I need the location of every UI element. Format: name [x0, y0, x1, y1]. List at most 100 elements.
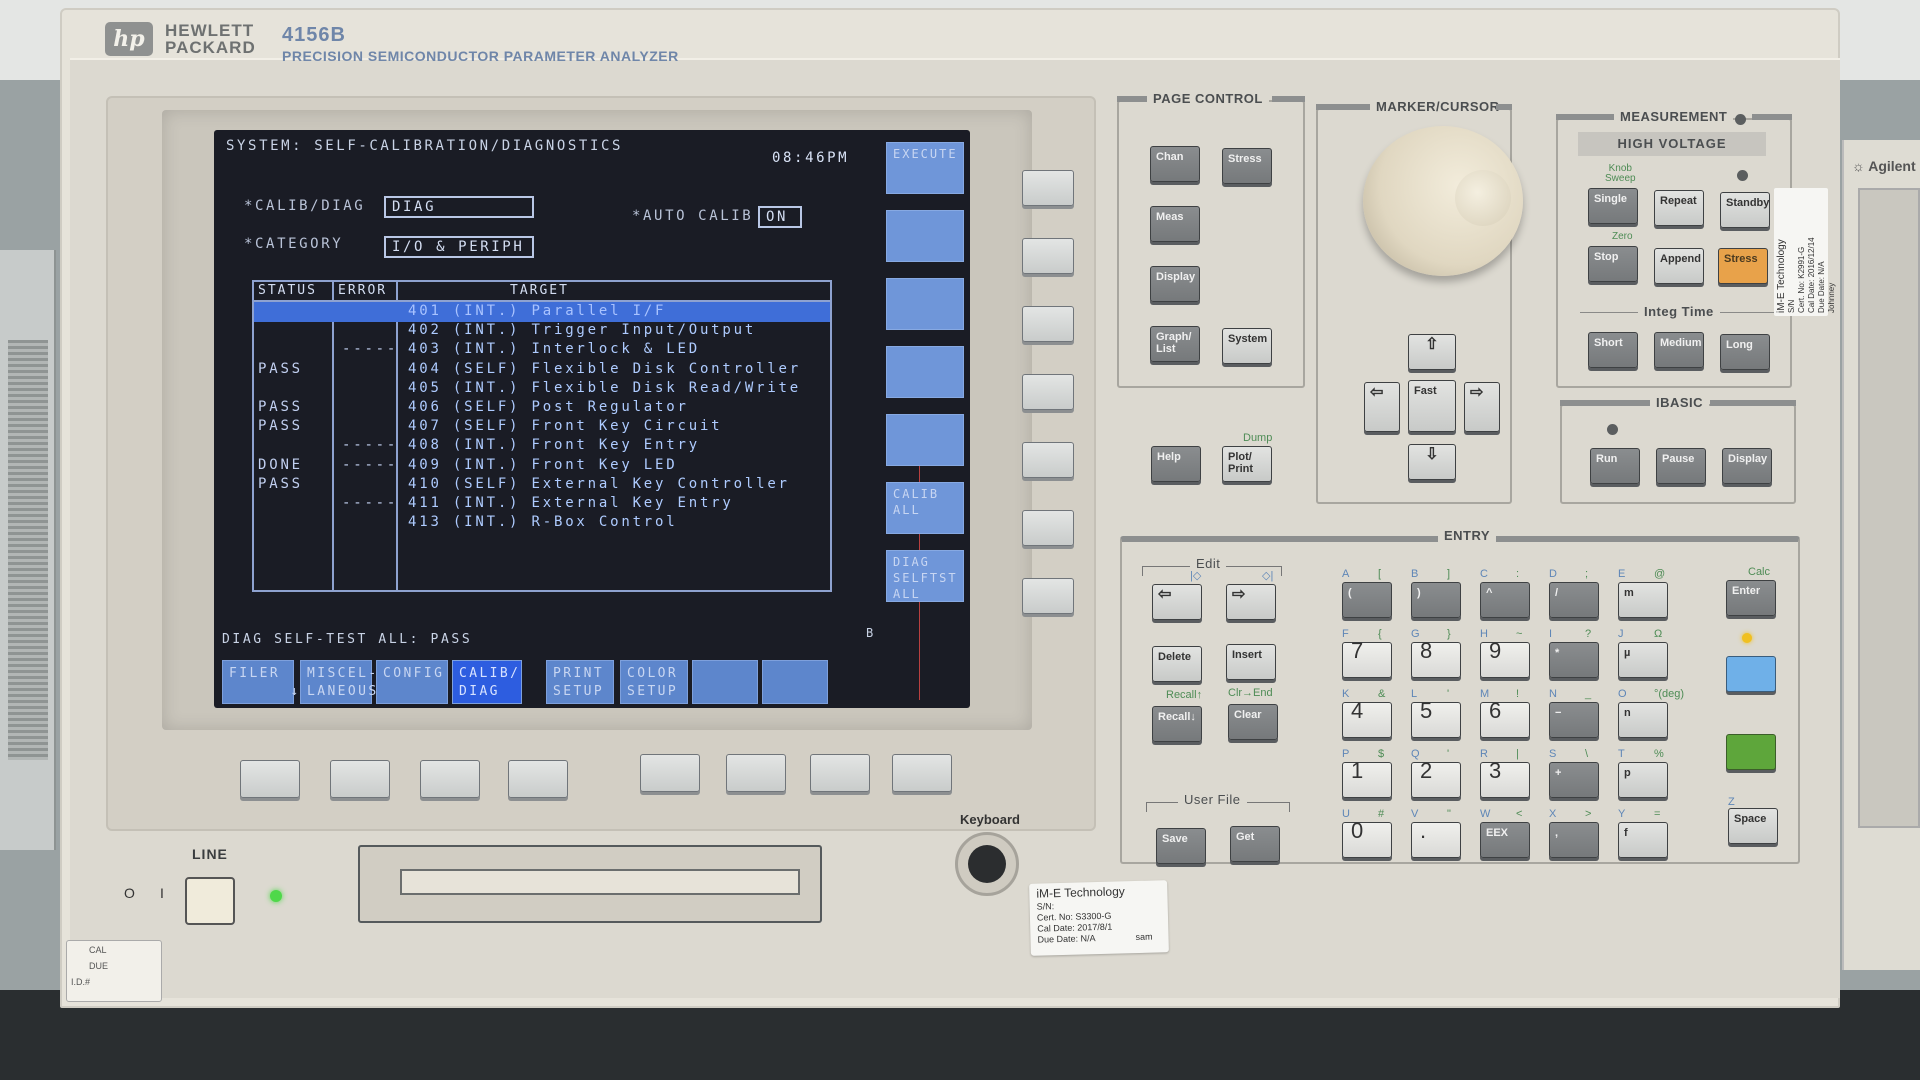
table-row[interactable]: 405 (INT.) Flexible Disk Read/Write	[254, 380, 830, 399]
graph-list-key[interactable]: Graph/ List	[1150, 326, 1200, 362]
table-row[interactable]: PASS 407 (SELF) Front Key Circuit	[254, 418, 830, 437]
keypad-key[interactable]: −	[1549, 702, 1599, 738]
table-row[interactable]: DONE ----- 409 (INT.) Front Key LED	[254, 457, 830, 476]
bottom-softkey-button[interactable]	[330, 760, 390, 798]
fast-key[interactable]: Fast	[1408, 380, 1456, 432]
plot-print-key[interactable]: Plot/ Print	[1222, 446, 1272, 482]
blue-shift-key[interactable]	[1726, 656, 1776, 692]
recall-key[interactable]: Recall↓	[1152, 706, 1202, 742]
bottom-softkey-label[interactable]: FILER ↓	[222, 660, 298, 704]
cursor-left-key[interactable]: ⇦	[1364, 382, 1400, 432]
bottom-softkey-label[interactable]: MISCEL- LANEOUS	[300, 660, 376, 704]
single-key[interactable]: Single	[1588, 188, 1638, 224]
edit-left-key[interactable]: ⇦	[1152, 584, 1202, 620]
side-softkey-button[interactable]	[1022, 238, 1074, 274]
integ-medium-key[interactable]: Medium	[1654, 332, 1704, 368]
append-key[interactable]: Append	[1654, 248, 1704, 284]
keypad-key[interactable]: 2	[1411, 760, 1461, 798]
table-row[interactable]: 402 (INT.) Trigger Input/Output	[254, 322, 830, 341]
delete-key[interactable]: Delete	[1152, 646, 1202, 682]
keypad-key[interactable]: *	[1549, 642, 1599, 678]
standby-key[interactable]: Standby	[1720, 192, 1770, 228]
bottom-softkey-button[interactable]	[640, 754, 700, 792]
ibasic-display-key[interactable]: Display	[1722, 448, 1772, 484]
floppy-slot[interactable]	[400, 869, 800, 895]
bottom-softkey-label[interactable]	[762, 660, 828, 704]
bottom-softkey-button[interactable]	[420, 760, 480, 798]
keypad-key[interactable]: 7	[1342, 640, 1392, 678]
stress-measure-key[interactable]: Stress	[1718, 248, 1768, 284]
space-key[interactable]: Space	[1728, 808, 1778, 844]
integ-long-key[interactable]: Long	[1720, 334, 1770, 370]
edit-right-key[interactable]: ⇨	[1226, 584, 1276, 620]
side-softkey-button[interactable]	[1022, 442, 1074, 478]
bottom-softkey-label[interactable]: COLOR SETUP	[620, 660, 688, 704]
keypad-key[interactable]: )	[1411, 582, 1461, 618]
keypad-key[interactable]: 3	[1480, 760, 1530, 798]
keypad-key[interactable]: ^	[1480, 582, 1530, 618]
side-softkey-button[interactable]	[1022, 510, 1074, 546]
integ-short-key[interactable]: Short	[1588, 332, 1638, 368]
keypad-key[interactable]: 5	[1411, 700, 1461, 738]
side-softkey-label[interactable]: DIAG SELFTST ALL	[886, 550, 964, 602]
bottom-softkey-label[interactable]	[692, 660, 758, 704]
table-row[interactable]: ----- 408 (INT.) Front Key Entry	[254, 437, 830, 456]
keypad-key[interactable]: m	[1618, 582, 1668, 618]
table-row[interactable]: PASS 406 (SELF) Post Regulator	[254, 399, 830, 418]
power-switch[interactable]	[185, 877, 235, 925]
keypad-key[interactable]: p	[1618, 762, 1668, 798]
repeat-key[interactable]: Repeat	[1654, 190, 1704, 226]
keypad-key[interactable]: 4	[1342, 700, 1392, 738]
bottom-softkey-button[interactable]	[240, 760, 300, 798]
stop-key[interactable]: Stop	[1588, 246, 1638, 282]
insert-key[interactable]: Insert	[1226, 644, 1276, 680]
side-softkey-button[interactable]	[1022, 374, 1074, 410]
keypad-key[interactable]: n	[1618, 702, 1668, 738]
keypad-key[interactable]: µ	[1618, 642, 1668, 678]
table-row[interactable]: PASS 404 (SELF) Flexible Disk Controller	[254, 361, 830, 380]
side-softkey-label[interactable]	[886, 414, 964, 466]
side-softkey-label[interactable]: EXECUTE	[886, 142, 964, 194]
chan-key[interactable]: Chan	[1150, 146, 1200, 182]
calib-diag-field[interactable]: DIAG	[384, 196, 534, 218]
meas-key[interactable]: Meas	[1150, 206, 1200, 242]
green-shift-key[interactable]	[1726, 734, 1776, 770]
bottom-softkey-button[interactable]	[508, 760, 568, 798]
keypad-key[interactable]: 6	[1480, 700, 1530, 738]
side-softkey-button[interactable]	[1022, 170, 1074, 206]
clear-key[interactable]: Clear	[1228, 704, 1278, 740]
cursor-down-key[interactable]: ⇩	[1408, 444, 1456, 480]
side-softkey-label[interactable]	[886, 346, 964, 398]
ibasic-run-key[interactable]: Run	[1590, 448, 1640, 484]
category-field[interactable]: I/O & PERIPH	[384, 236, 534, 258]
keypad-key[interactable]: +	[1549, 762, 1599, 798]
bottom-softkey-button[interactable]	[726, 754, 786, 792]
stress-page-key[interactable]: Stress	[1222, 148, 1272, 184]
cursor-up-key[interactable]: ⇧	[1408, 334, 1456, 370]
bottom-softkey-button[interactable]	[892, 754, 952, 792]
auto-calib-field[interactable]: ON	[758, 206, 802, 228]
keypad-key[interactable]: 1	[1342, 760, 1392, 798]
bottom-softkey-label[interactable]: CONFIG	[376, 660, 448, 704]
help-key[interactable]: Help	[1151, 446, 1201, 482]
table-row[interactable]: 401 (INT.) Parallel I/F	[254, 303, 830, 322]
save-key[interactable]: Save	[1156, 828, 1206, 864]
keypad-key[interactable]: ,	[1549, 822, 1599, 858]
floppy-drive[interactable]	[358, 845, 822, 923]
side-softkey-button[interactable]	[1022, 578, 1074, 614]
keypad-key[interactable]: /	[1549, 582, 1599, 618]
keypad-key[interactable]: 8	[1411, 640, 1461, 678]
ibasic-pause-key[interactable]: Pause	[1656, 448, 1706, 484]
side-softkey-button[interactable]	[1022, 306, 1074, 342]
bottom-softkey-label[interactable]: CALIB/ DIAG	[452, 660, 522, 704]
table-row[interactable]: ----- 403 (INT.) Interlock & LED	[254, 341, 830, 360]
display-page-key[interactable]: Display	[1150, 266, 1200, 302]
side-softkey-label[interactable]	[886, 210, 964, 262]
keypad-key[interactable]: .	[1411, 820, 1461, 858]
keypad-key[interactable]: EEX	[1480, 822, 1530, 858]
table-row[interactable]: 413 (INT.) R-Box Control	[254, 514, 830, 533]
side-softkey-label[interactable]	[886, 278, 964, 330]
enter-key[interactable]: Enter	[1726, 580, 1776, 616]
keypad-key[interactable]: 0	[1342, 820, 1392, 858]
cursor-right-key[interactable]: ⇨	[1464, 382, 1500, 432]
